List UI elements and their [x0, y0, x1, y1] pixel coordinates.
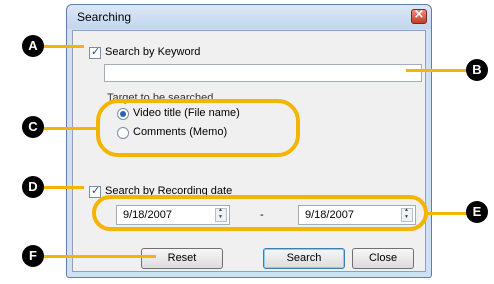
callout-b-line	[406, 69, 468, 72]
dialog-title: Searching	[77, 10, 132, 24]
keyword-checkbox[interactable]	[89, 45, 101, 59]
keyword-input[interactable]	[104, 64, 422, 82]
callout-a-marker: A	[22, 35, 44, 57]
callout-c-marker: C	[22, 116, 44, 138]
title-bar: Searching	[67, 5, 431, 29]
callout-e-line	[426, 212, 468, 215]
reset-button[interactable]: Reset	[141, 248, 223, 269]
callout-c-line	[44, 127, 98, 130]
callout-f-line	[44, 255, 156, 258]
search-button[interactable]: Search	[263, 248, 345, 269]
callout-e-marker: E	[466, 201, 488, 223]
callout-f-marker: F	[22, 245, 44, 267]
callout-a-line	[44, 45, 84, 48]
callout-d-marker: D	[22, 176, 44, 198]
callout-c-ring	[96, 99, 300, 157]
close-icon[interactable]	[411, 7, 427, 24]
callout-d-line	[44, 186, 84, 189]
date-checkbox[interactable]	[89, 184, 101, 198]
keyword-checkbox-label: Search by Keyword	[105, 46, 201, 58]
callout-e-ring	[92, 195, 428, 231]
close-button[interactable]: Close	[352, 248, 414, 269]
callout-b-marker: B	[466, 59, 488, 81]
